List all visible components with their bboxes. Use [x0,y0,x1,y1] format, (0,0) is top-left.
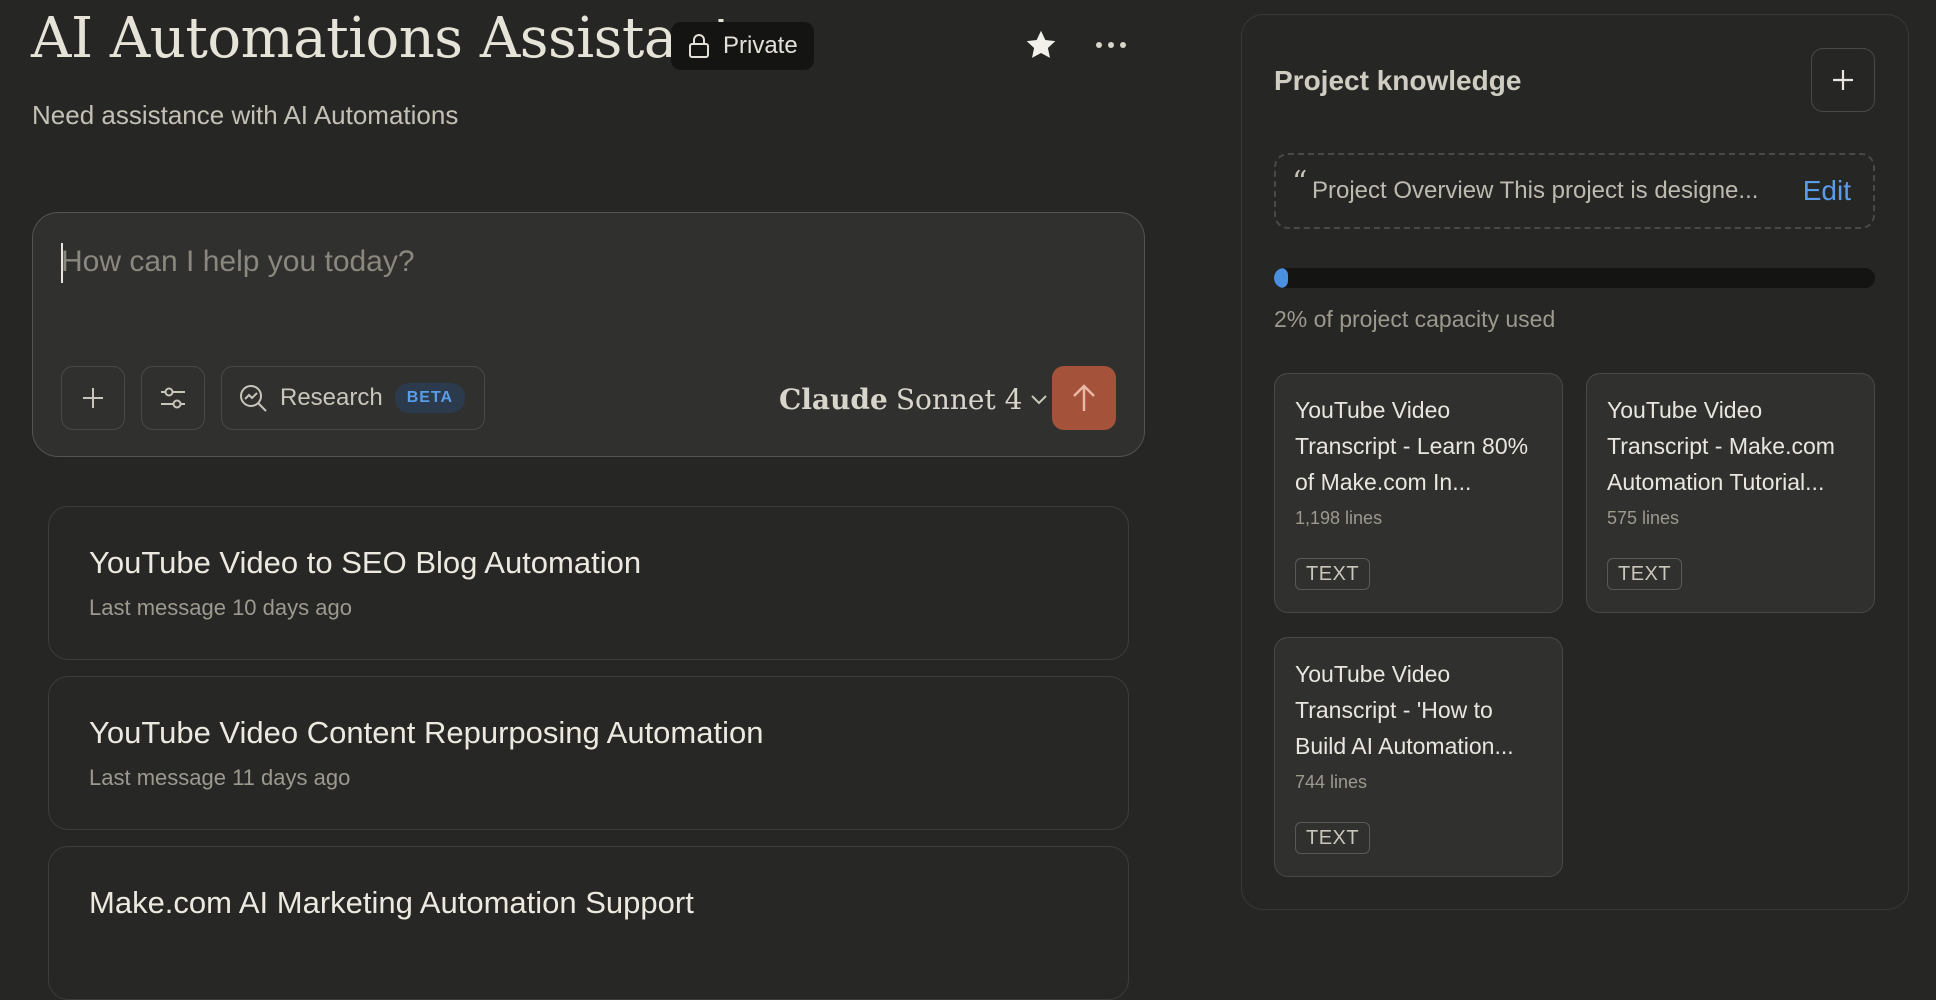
chat-item[interactable]: YouTube Video Content Repurposing Automa… [48,676,1129,830]
tools-button[interactable] [141,366,205,430]
private-label: Private [723,32,798,59]
add-knowledge-button[interactable] [1811,48,1875,112]
lock-icon [687,33,711,59]
beta-badge: BETA [394,383,466,413]
chevron-down-icon [1030,393,1048,405]
chat-last-message: Last message 11 days ago [89,765,351,790]
research-button[interactable]: Research BETA [221,366,485,430]
more-icon [1095,41,1127,49]
file-line-count: 575 lines [1607,508,1680,528]
arrow-up-icon [1071,383,1097,413]
project-overview[interactable]: “ Project Overview This project is desig… [1274,153,1875,229]
project-knowledge-panel: Project knowledge “ Project Overview Thi… [1241,14,1909,910]
capacity-fill [1274,268,1288,288]
file-line-count: 1,198 lines [1295,508,1383,528]
chat-title: YouTube Video to SEO Blog Automation [89,545,642,580]
file-type-badge: TEXT [1607,558,1683,590]
knowledge-file-card[interactable]: YouTube Video Transcript - 'How to Build… [1274,637,1563,877]
chat-title: YouTube Video Content Repurposing Automa… [89,715,764,750]
file-type-badge: TEXT [1295,558,1371,590]
model-selector[interactable]: Claude Sonnet 4 [779,378,1048,420]
message-input[interactable] [61,245,1101,279]
knowledge-file-card[interactable]: YouTube Video Transcript - Learn 80% of … [1274,373,1563,613]
capacity-text: 2% of project capacity used [1274,306,1556,332]
chat-item[interactable]: Make.com AI Marketing Automation Support [48,846,1129,1000]
project-title: AI Automations Assistant [31,6,735,71]
attach-button[interactable] [61,366,125,430]
sliders-icon [159,385,187,411]
knowledge-file-card[interactable]: YouTube Video Transcript - Make.com Auto… [1586,373,1875,613]
model-brand: Claude [779,382,888,416]
edit-overview-link[interactable]: Edit [1803,175,1851,207]
panel-title: Project knowledge [1274,65,1522,96]
chat-item[interactable]: YouTube Video to SEO Blog Automation Las… [48,506,1129,660]
file-title: YouTube Video Transcript - Make.com Auto… [1607,397,1835,495]
text-caret [61,243,63,283]
file-title: YouTube Video Transcript - Learn 80% of … [1295,397,1529,495]
file-title: YouTube Video Transcript - 'How to Build… [1295,661,1514,759]
quote-mark: “ [1292,165,1308,200]
chat-last-message: Last message 10 days ago [89,595,352,620]
file-line-count: 744 lines [1295,772,1368,792]
favorite-button[interactable] [1020,24,1062,66]
chat-title: Make.com AI Marketing Automation Support [89,885,694,920]
file-type-badge: TEXT [1295,822,1371,854]
send-button[interactable] [1052,366,1116,430]
star-icon [1023,27,1059,63]
capacity-bar [1274,268,1875,288]
model-name: Sonnet 4 [895,382,1023,416]
overview-text: Project Overview This project is designe… [1312,177,1759,204]
plus-icon [1831,68,1855,92]
research-label: Research [280,384,383,411]
message-composer: Research BETA Claude Sonnet 4 [32,212,1145,457]
more-options-button[interactable] [1090,24,1132,66]
project-description: Need assistance with AI Automations [32,100,459,130]
plus-icon [80,385,106,411]
research-icon [238,383,268,413]
private-badge[interactable]: Private [671,22,814,70]
